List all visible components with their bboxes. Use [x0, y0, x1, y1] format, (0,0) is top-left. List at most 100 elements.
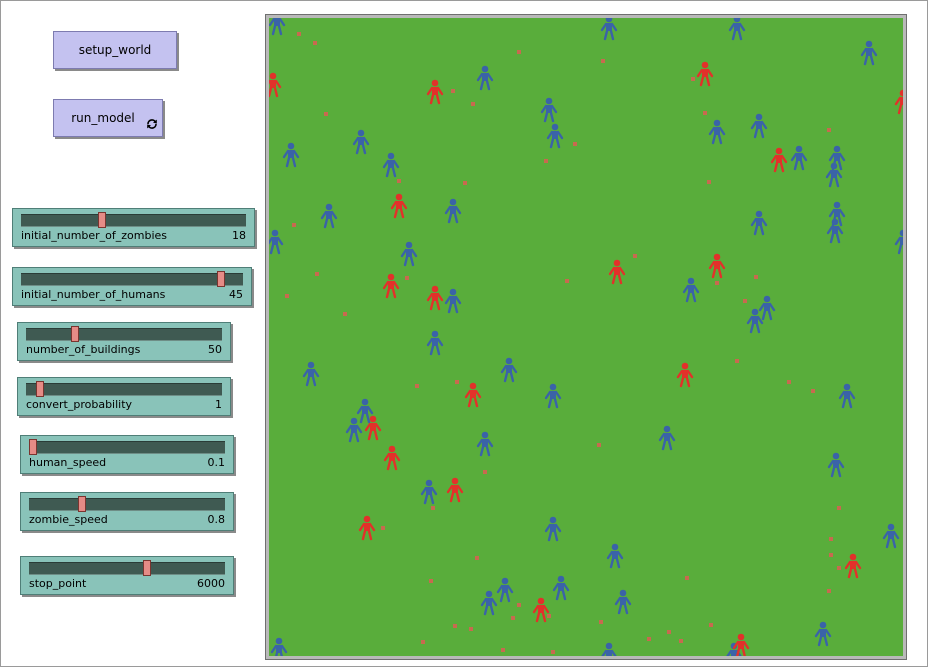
person-icon	[269, 229, 284, 255]
person-icon	[746, 308, 764, 334]
setup-world-button[interactable]: setup_world	[53, 31, 177, 69]
world-view[interactable]	[265, 14, 907, 660]
slider-knob[interactable]	[98, 212, 106, 228]
slider-track[interactable]	[29, 496, 225, 512]
slider-track[interactable]	[26, 326, 222, 342]
slider-track[interactable]	[21, 212, 246, 228]
building-patch-icon	[315, 272, 319, 276]
person-icon	[496, 577, 514, 603]
building-patch-icon	[405, 276, 409, 280]
person-icon	[270, 637, 288, 656]
slider-track[interactable]	[28, 439, 225, 455]
person-icon	[544, 516, 562, 542]
setup-world-label: setup_world	[78, 43, 152, 57]
person-icon	[894, 89, 903, 115]
person-icon	[540, 97, 558, 123]
person-icon	[825, 162, 843, 188]
person-icon	[696, 61, 714, 87]
slider-label: number_of_buildings	[26, 343, 141, 356]
slider-knob[interactable]	[28, 439, 37, 455]
person-icon	[608, 259, 626, 285]
slider-initial-number-of-zombies[interactable]: initial_number_of_zombies 18	[12, 208, 255, 247]
person-icon	[345, 417, 363, 443]
person-icon	[544, 383, 562, 409]
slider-value: 1	[215, 398, 222, 411]
person-icon	[750, 210, 768, 236]
person-icon	[532, 597, 550, 623]
building-patch-icon	[475, 556, 479, 560]
building-patch-icon	[829, 553, 833, 557]
slider-knob[interactable]	[71, 326, 79, 342]
building-patch-icon	[324, 112, 328, 116]
building-patch-icon	[517, 603, 521, 607]
person-icon	[860, 40, 878, 66]
building-patch-icon	[703, 111, 707, 115]
building-patch-icon	[565, 279, 569, 283]
person-icon	[827, 452, 845, 478]
person-icon	[838, 383, 856, 409]
person-icon	[814, 621, 832, 647]
slider-track[interactable]	[26, 381, 222, 397]
slider-number-of-buildings[interactable]: number_of_buildings 50	[17, 322, 231, 361]
person-icon	[426, 330, 444, 356]
slider-knob[interactable]	[142, 560, 151, 576]
person-icon	[676, 362, 694, 388]
person-icon	[444, 288, 462, 314]
slider-knob[interactable]	[35, 381, 44, 397]
slider-label: convert_probability	[26, 398, 133, 411]
person-icon	[790, 145, 808, 171]
forever-icon	[147, 119, 157, 129]
building-patch-icon	[547, 614, 551, 618]
building-patch-icon	[679, 639, 683, 643]
building-patch-icon	[421, 640, 425, 644]
building-patch-icon	[599, 620, 603, 624]
slider-zombie-speed[interactable]: zombie_speed 0.8	[20, 492, 234, 531]
slider-label: zombie_speed	[29, 513, 108, 526]
building-patch-icon	[551, 650, 555, 654]
building-patch-icon	[285, 294, 289, 298]
slider-label: stop_point	[29, 577, 87, 590]
run-model-button[interactable]: run_model	[53, 99, 163, 137]
building-patch-icon	[381, 526, 385, 530]
person-icon	[750, 113, 768, 139]
slider-value: 50	[208, 343, 222, 356]
person-icon	[426, 79, 444, 105]
building-patch-icon	[573, 142, 577, 146]
building-patch-icon	[709, 623, 713, 627]
building-patch-icon	[429, 579, 433, 583]
building-patch-icon	[633, 254, 637, 258]
slider-track[interactable]	[21, 271, 243, 287]
run-model-label: run_model	[71, 111, 135, 125]
person-icon	[444, 198, 462, 224]
slider-track[interactable]	[29, 560, 225, 576]
building-patch-icon	[297, 32, 301, 36]
slider-value: 0.1	[207, 456, 226, 469]
building-patch-icon	[707, 180, 711, 184]
building-patch-icon	[647, 637, 651, 641]
person-icon	[601, 642, 617, 656]
slider-value: 6000	[197, 577, 225, 590]
person-icon	[728, 18, 746, 41]
person-icon	[658, 425, 676, 451]
building-patch-icon	[715, 281, 719, 285]
building-patch-icon	[431, 506, 435, 510]
person-icon	[320, 203, 338, 229]
person-icon	[476, 65, 494, 91]
slider-human-speed[interactable]: human_speed 0.1	[20, 435, 234, 474]
person-icon	[614, 589, 632, 615]
person-icon	[446, 477, 464, 503]
building-patch-icon	[451, 89, 455, 93]
person-icon	[269, 18, 286, 36]
building-patch-icon	[313, 41, 317, 45]
slider-stop-point[interactable]: stop_point 6000	[20, 556, 234, 595]
building-patch-icon	[483, 470, 487, 474]
slider-initial-number-of-humans[interactable]: initial_number_of_humans 45	[12, 267, 252, 306]
person-icon	[382, 152, 400, 178]
building-patch-icon	[501, 648, 505, 652]
person-icon	[358, 515, 376, 541]
slider-knob[interactable]	[77, 496, 86, 512]
slider-convert-probability[interactable]: convert_probability 1	[17, 377, 231, 416]
person-icon	[770, 147, 788, 173]
slider-knob[interactable]	[216, 271, 225, 287]
building-patch-icon	[471, 102, 475, 106]
